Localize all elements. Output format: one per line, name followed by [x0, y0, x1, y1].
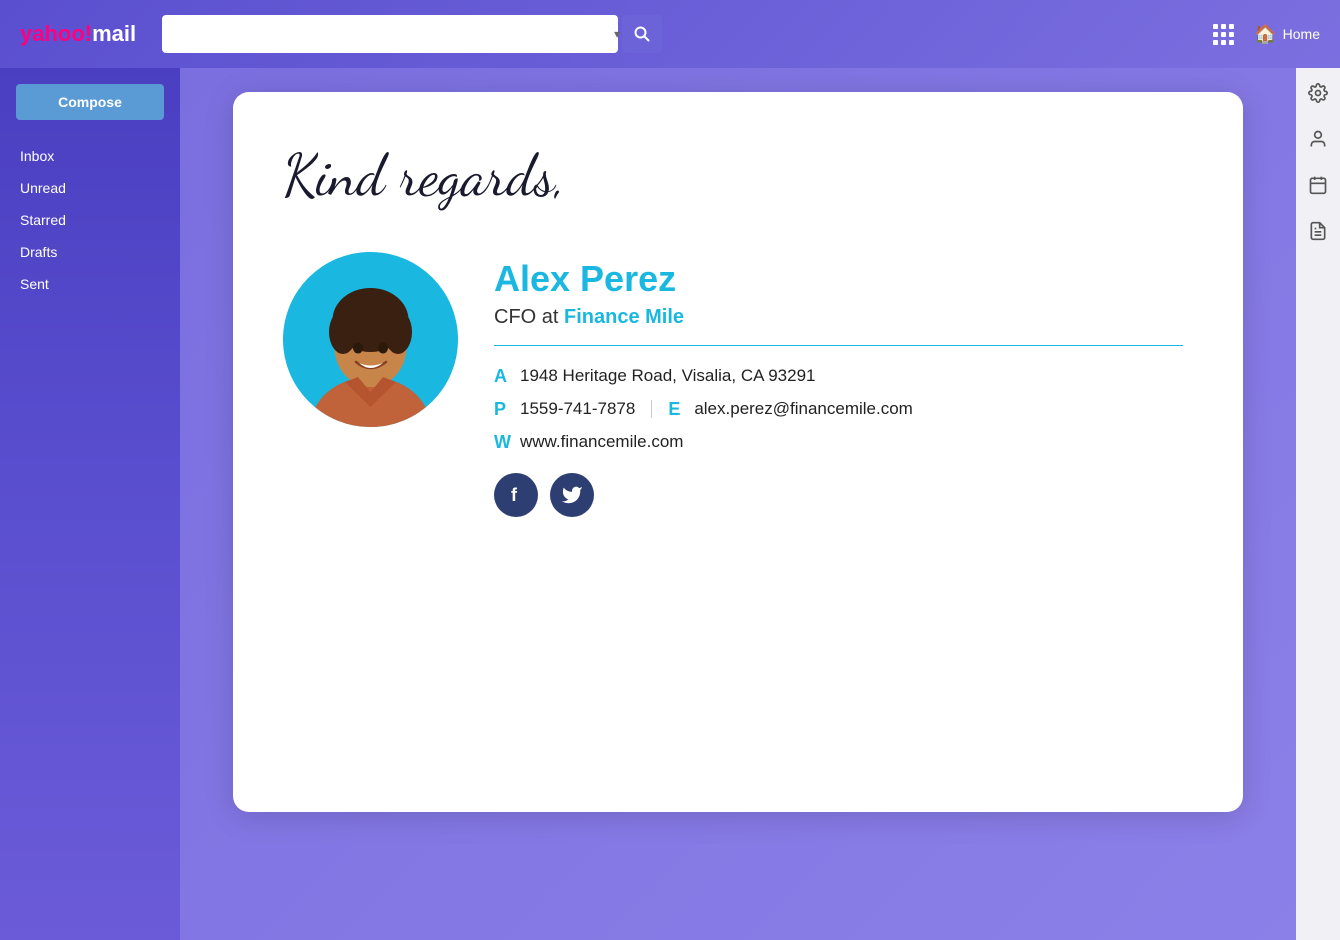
- search-input[interactable]: [162, 15, 618, 53]
- home-label: Home: [1283, 26, 1320, 42]
- email-value: alex.perez@financemile.com: [694, 399, 913, 419]
- avatar-image: [283, 252, 458, 427]
- address-row: A 1948 Heritage Road, Visalia, CA 93291: [494, 366, 1183, 387]
- phone-email-row: P 1559-741-7878 E alex.perez@financemile…: [494, 399, 1183, 420]
- grid-dot: [1221, 32, 1226, 37]
- grid-dot: [1213, 32, 1218, 37]
- grid-dot: [1229, 32, 1234, 37]
- phone-label: P: [494, 399, 512, 420]
- settings-icon-button[interactable]: [1305, 80, 1331, 106]
- main-layout: Compose Inbox Unread Starred Drafts Sent…: [0, 68, 1340, 940]
- sidebar-item-unread[interactable]: Unread: [0, 172, 180, 204]
- row-divider: [651, 400, 652, 418]
- mail-text: mail: [92, 21, 136, 46]
- address-label: A: [494, 366, 512, 387]
- facebook-icon-button[interactable]: f: [494, 473, 538, 517]
- search-dropdown-button[interactable]: ▾: [614, 27, 620, 41]
- company-name: Finance Mile: [564, 306, 684, 328]
- calendar-icon-button[interactable]: [1305, 172, 1331, 198]
- twitter-icon-button[interactable]: [550, 473, 594, 517]
- notepad-icon: [1308, 221, 1328, 241]
- website-row: W www.financemile.com: [494, 432, 1183, 453]
- svg-text:f: f: [511, 485, 518, 505]
- header: yahoo!mail ▾ 🏠 Home: [0, 0, 1340, 68]
- facebook-icon: f: [505, 484, 527, 506]
- title-prefix: CFO at: [494, 306, 564, 328]
- grid-dot: [1221, 24, 1226, 29]
- sidebar-item-sent[interactable]: Sent: [0, 268, 180, 300]
- sidebar-item-drafts[interactable]: Drafts: [0, 236, 180, 268]
- contacts-icon: [1308, 129, 1328, 149]
- sidebar-item-inbox[interactable]: Inbox: [0, 140, 180, 172]
- address-value: 1948 Heritage Road, Visalia, CA 93291: [520, 366, 816, 386]
- twitter-icon: [561, 484, 583, 506]
- contacts-icon-button[interactable]: [1305, 126, 1331, 152]
- home-link[interactable]: 🏠 Home: [1254, 24, 1320, 45]
- person-name: Alex Perez: [494, 258, 1183, 300]
- person-title: CFO at Finance Mile: [494, 306, 1183, 329]
- search-icon: [634, 26, 650, 42]
- settings-icon: [1308, 83, 1328, 103]
- grid-dot: [1221, 40, 1226, 45]
- content-area: Kind regards,: [180, 68, 1296, 940]
- social-row: f: [494, 473, 1183, 517]
- apps-grid-button[interactable]: [1213, 24, 1234, 45]
- search-submit-button[interactable]: [622, 15, 662, 53]
- grid-dot: [1213, 24, 1218, 29]
- website-label: W: [494, 432, 512, 453]
- grid-dot: [1229, 24, 1234, 29]
- info-divider: [494, 345, 1183, 346]
- website-value: www.financemile.com: [520, 432, 683, 452]
- search-bar-wrapper: ▾: [162, 15, 662, 53]
- sidebar-item-starred[interactable]: Starred: [0, 204, 180, 236]
- grid-dot: [1213, 40, 1218, 45]
- compose-button[interactable]: Compose: [16, 84, 164, 120]
- signature-card: Kind regards,: [233, 92, 1243, 812]
- avatar: [283, 252, 458, 427]
- yahoo-mail-logo: yahoo!mail: [20, 21, 136, 47]
- right-sidebar: [1296, 68, 1340, 940]
- greeting-text: Kind regards,: [283, 142, 1183, 212]
- grid-dot: [1229, 40, 1234, 45]
- signature-info: Alex Perez CFO at Finance Mile A 1948 He…: [494, 252, 1183, 517]
- signature-body: Alex Perez CFO at Finance Mile A 1948 He…: [283, 252, 1183, 517]
- sidebar: Compose Inbox Unread Starred Drafts Sent: [0, 68, 180, 940]
- home-icon: 🏠: [1254, 24, 1276, 45]
- notepad-icon-button[interactable]: [1305, 218, 1331, 244]
- yahoo-text: yahoo!: [20, 21, 92, 46]
- email-label: E: [668, 399, 686, 420]
- calendar-icon: [1308, 175, 1328, 195]
- phone-value: 1559-741-7878: [520, 399, 635, 419]
- header-right: 🏠 Home: [1213, 24, 1320, 45]
